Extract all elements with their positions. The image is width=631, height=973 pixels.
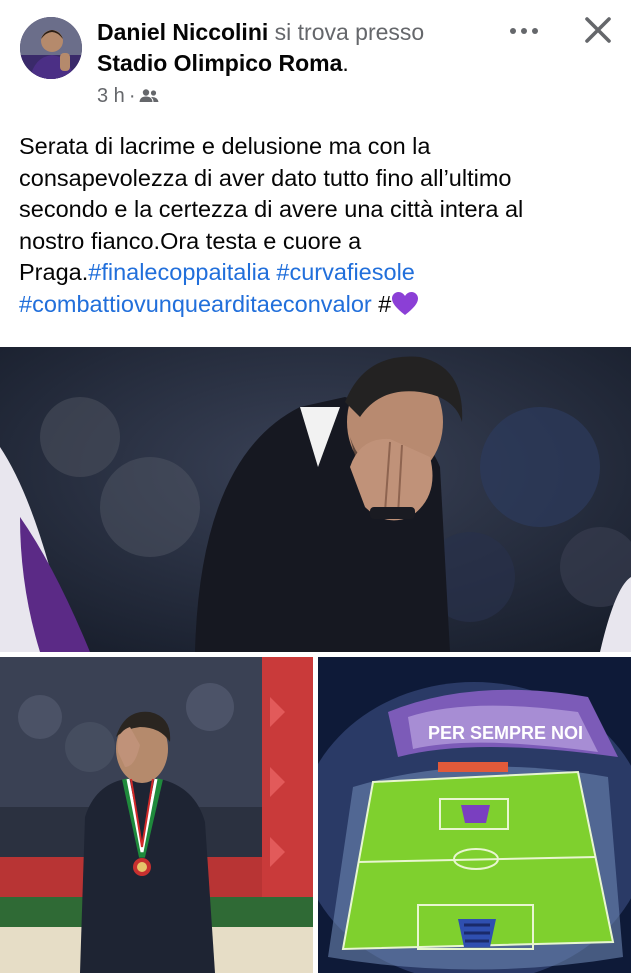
stadium-aerial-photo[interactable]: PER SEMPRE NOI (318, 657, 631, 973)
post-text-line: Serata di lacrime e delusione ma con la (19, 133, 431, 159)
more-horizontal-icon[interactable] (506, 22, 542, 40)
post-meta: 3 h · (97, 84, 159, 108)
coach-praying-photo[interactable] (0, 347, 631, 652)
meta-separator: · (128, 85, 136, 107)
post-time[interactable]: 3 h (97, 84, 125, 108)
hashtag-link[interactable]: #curvafiesole (276, 259, 414, 285)
post-text-line: nostro fianco.Ora testa e cuore a (19, 227, 362, 254)
avatar[interactable] (20, 17, 82, 79)
post-text: Serata di lacrime e delusione ma con la … (19, 131, 619, 320)
friends-icon[interactable] (139, 88, 159, 104)
purple-heart-icon (392, 291, 419, 315)
post-text-tail: Praga. (19, 259, 89, 285)
post-text-line: consapevolezza di aver dato tutto fino a… (19, 164, 512, 191)
hash-symbol: # (378, 290, 392, 317)
post-text-line: #combattiovunquearditaeconvalor # (19, 289, 619, 321)
location-line: Stadio Olimpico Roma. (97, 48, 349, 78)
author-line: Daniel Niccolini si trova presso (97, 17, 424, 47)
post-text-line: secondo e la certezza di avere una città… (19, 196, 524, 222)
post-header: Daniel Niccolini si trova presso Stadio … (0, 0, 631, 118)
avatar-photo (20, 17, 82, 79)
location-period: . (342, 50, 349, 76)
coach-medal-photo[interactable] (0, 657, 313, 973)
post-text-line: Praga.#finalecoppaitalia #curvafiesole (19, 257, 619, 289)
hashtag-link[interactable]: #finalecoppaitalia (88, 259, 270, 285)
location-link[interactable]: Stadio Olimpico Roma (97, 50, 342, 76)
hashtag-link[interactable]: #combattiovunquearditaeconvalor (19, 291, 372, 317)
author-name[interactable]: Daniel Niccolini (97, 19, 268, 45)
checkin-verb: si trova presso (274, 19, 425, 45)
banner-text: PER SEMPRE NOI (428, 723, 583, 743)
close-icon[interactable] (582, 14, 614, 46)
